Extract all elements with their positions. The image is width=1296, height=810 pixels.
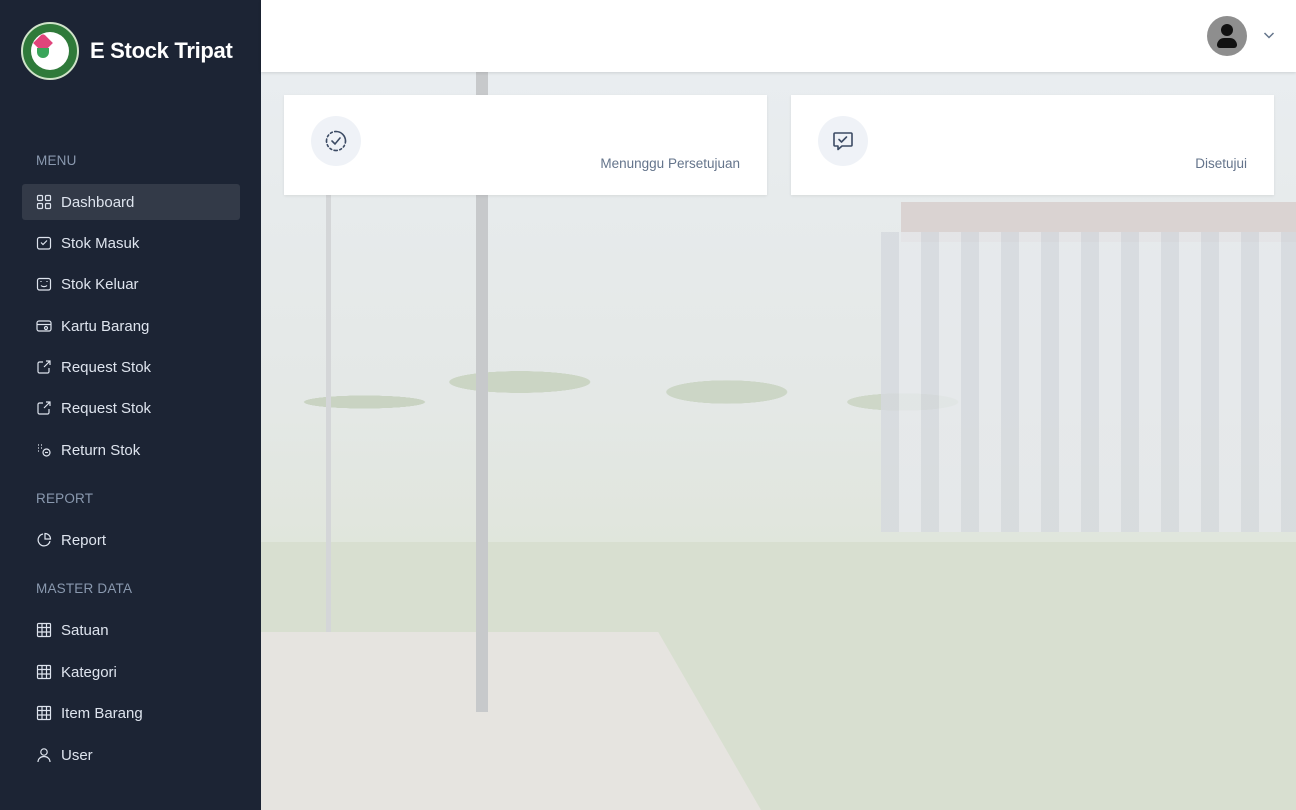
return-icon xyxy=(36,442,52,458)
card-label: Menunggu Persetujuan xyxy=(600,156,740,171)
card-label: Disetujui xyxy=(1195,156,1247,171)
sidebar-item-label: Return Stok xyxy=(61,441,141,459)
sidebar: E Stock Tripat MENU Dashboard Stok Masuk… xyxy=(0,0,261,810)
sidebar-item-label: Request Stok xyxy=(61,358,152,376)
card-approved[interactable]: Disetujui xyxy=(791,95,1274,195)
card-icon xyxy=(36,318,52,334)
sidebar-item-report[interactable]: Report xyxy=(22,522,240,558)
sidebar-item-request-stok-2[interactable]: Request Stok xyxy=(22,390,240,426)
sidebar-item-label: User xyxy=(61,746,93,764)
section-label-master-data: MASTER DATA xyxy=(36,581,133,596)
section-label-report: REPORT xyxy=(36,491,94,506)
section-label-menu: MENU xyxy=(36,153,77,168)
top-header xyxy=(261,0,1296,72)
sidebar-item-item-barang[interactable]: Item Barang xyxy=(22,695,240,731)
sidebar-item-label: Kartu Barang xyxy=(61,317,150,335)
table-icon xyxy=(36,622,52,638)
sidebar-item-label: Report xyxy=(61,531,107,549)
sidebar-item-request-stok[interactable]: Request Stok xyxy=(22,349,240,385)
grid-icon xyxy=(36,194,52,210)
sidebar-item-return-stok[interactable]: Return Stok xyxy=(22,432,240,468)
sidebar-item-satuan[interactable]: Satuan xyxy=(22,612,240,648)
sidebar-item-kartu-barang[interactable]: Kartu Barang xyxy=(22,308,240,344)
chevron-down-icon[interactable] xyxy=(1262,28,1276,42)
sidebar-item-user[interactable]: User xyxy=(22,737,240,773)
sidebar-item-kategori[interactable]: Kategori xyxy=(22,654,240,690)
user-icon xyxy=(36,747,52,763)
sidebar-item-label: Request Stok xyxy=(61,399,152,417)
sidebar-item-label: Satuan xyxy=(61,621,109,639)
external-link-icon xyxy=(36,400,52,416)
app-title: E Stock Tripat xyxy=(90,38,233,63)
box-out-icon xyxy=(36,276,52,292)
pie-chart-icon xyxy=(36,532,52,548)
approved-message-icon xyxy=(818,116,868,166)
box-in-icon xyxy=(36,235,52,251)
logo xyxy=(21,22,79,80)
sidebar-item-stok-masuk[interactable]: Stok Masuk xyxy=(22,225,240,261)
sidebar-item-label: Stok Masuk xyxy=(61,234,140,252)
table-icon xyxy=(36,664,52,680)
sidebar-item-label: Kategori xyxy=(61,663,117,681)
sidebar-item-label: Stok Keluar xyxy=(61,275,139,293)
sidebar-item-stok-keluar[interactable]: Stok Keluar xyxy=(22,266,240,302)
table-icon xyxy=(36,705,52,721)
brand[interactable]: E Stock Tripat xyxy=(21,22,233,80)
external-link-icon xyxy=(36,359,52,375)
user-avatar-icon[interactable] xyxy=(1207,16,1247,56)
pending-check-icon xyxy=(311,116,361,166)
card-pending-approval[interactable]: Menunggu Persetujuan xyxy=(284,95,767,195)
sidebar-item-label: Dashboard xyxy=(61,193,135,211)
sidebar-item-label: Item Barang xyxy=(61,704,143,722)
sidebar-item-dashboard[interactable]: Dashboard xyxy=(22,184,240,220)
